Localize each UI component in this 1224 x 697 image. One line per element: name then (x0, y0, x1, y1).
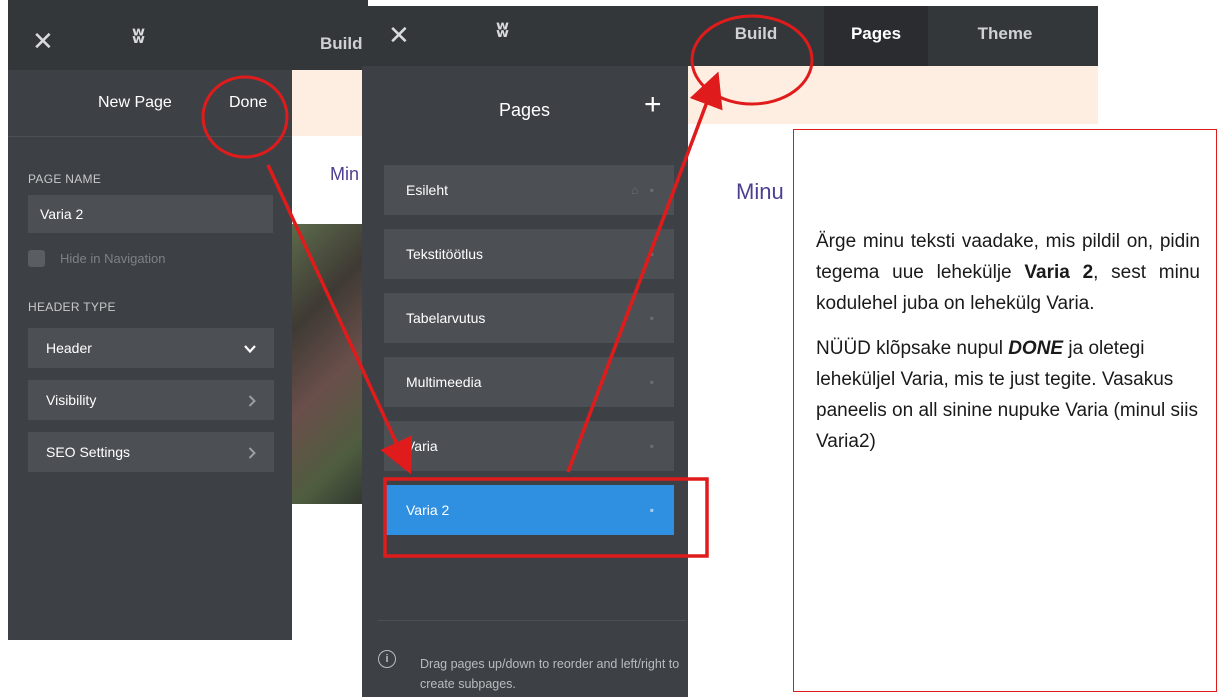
divider (378, 620, 686, 621)
close-icon[interactable]: ✕ (32, 28, 54, 54)
page-item-label: Tekstitöötlus (406, 246, 484, 262)
tab-build[interactable]: Build (320, 34, 363, 54)
preview-banner (292, 70, 368, 136)
instruction-callout: Ärge minu teksti vaadake, mis pildil on,… (793, 129, 1217, 692)
page-item-label: Tabelarvutus (406, 310, 486, 326)
page-item-label: Varia (406, 438, 438, 454)
callout-text: NÜÜD klõpsake nupul (816, 338, 1009, 359)
page-item[interactable]: Multimeedia ▪ (384, 357, 674, 407)
chevron-down-icon (244, 328, 256, 368)
page-item[interactable]: Tabelarvutus ▪ (384, 293, 674, 343)
new-page-panel: New Page Done PAGE NAME Hide in Navigati… (8, 70, 292, 640)
callout-paragraph-1: Ärge minu teksti vaadake, mis pildil on,… (816, 226, 1200, 319)
hide-navigation-checkbox[interactable] (28, 250, 45, 267)
page-icons: ▪ (649, 439, 658, 453)
page-item[interactable]: Esileht ⌂ ▪ (384, 165, 674, 215)
page-icons: ▪ (649, 247, 658, 261)
header-type-value: Header (46, 340, 92, 356)
page-icons: ▪ (649, 311, 658, 325)
chevron-right-icon (248, 432, 256, 472)
page-icons: ⌂ ▪ (631, 183, 658, 197)
site-title: Minu (736, 179, 784, 204)
header-type-select[interactable]: Header (28, 328, 274, 368)
seo-settings-row[interactable]: SEO Settings (28, 432, 274, 472)
close-icon[interactable]: ✕ (388, 22, 410, 48)
left-topbar: ✕ ʬ Build (8, 0, 368, 70)
hide-navigation-label: Hide in Navigation (60, 251, 166, 266)
weebly-logo-icon: ʬ (496, 18, 509, 43)
page-item[interactable]: Varia ▪ (384, 421, 674, 471)
visibility-row[interactable]: Visibility (28, 380, 274, 420)
page-item-label: Esileht (406, 182, 449, 198)
info-icon: i (378, 650, 396, 668)
visibility-label: Visibility (46, 392, 97, 408)
header-photo (292, 224, 368, 504)
page-name-input[interactable] (28, 195, 273, 233)
page-name-label: PAGE NAME (28, 172, 102, 186)
panel-title: New Page (98, 94, 172, 111)
left-screenshot: ✕ ʬ Build New Page Done PAGE NAME Hide i… (8, 0, 368, 640)
tab-build[interactable]: Build (704, 6, 808, 66)
page-icons: ▪ (649, 375, 658, 389)
page-icons: ▪ (649, 503, 658, 517)
right-topbar: ✕ ʬ Build Pages Theme (362, 6, 1098, 66)
callout-bold: Varia 2 (1024, 262, 1094, 283)
pages-panel-title: Pages (499, 100, 551, 120)
tab-theme[interactable]: Theme (940, 6, 1070, 66)
site-title: Min (330, 164, 360, 184)
header-type-label: HEADER TYPE (28, 300, 116, 314)
panel-header: New Page Done (8, 70, 292, 137)
add-page-button[interactable]: + (644, 90, 662, 120)
callout-paragraph-2: NÜÜD klõpsake nupul DONE ja oletegi lehe… (816, 333, 1200, 457)
tab-pages[interactable]: Pages (824, 6, 928, 66)
page-item-label: Multimeedia (406, 374, 482, 390)
page-item[interactable]: Tekstitöötlus ▪ (384, 229, 674, 279)
pages-panel: Pages + Esileht ⌂ ▪ Tekstitöötlus ▪ Tabelarv… (362, 66, 688, 697)
callout-bold-italic: DONE (1008, 338, 1064, 359)
chevron-right-icon (248, 380, 256, 420)
preview-banner (688, 66, 1098, 124)
left-site-preview: Min (292, 70, 368, 640)
weebly-logo-icon: ʬ (132, 24, 145, 49)
done-button[interactable]: Done (229, 94, 267, 112)
seo-settings-label: SEO Settings (46, 444, 131, 460)
page-item[interactable]: Varia 2 ▪ (384, 485, 674, 535)
page-item-label: Varia 2 (406, 502, 450, 518)
info-text: Drag pages up/down to reorder and left/r… (420, 657, 680, 691)
